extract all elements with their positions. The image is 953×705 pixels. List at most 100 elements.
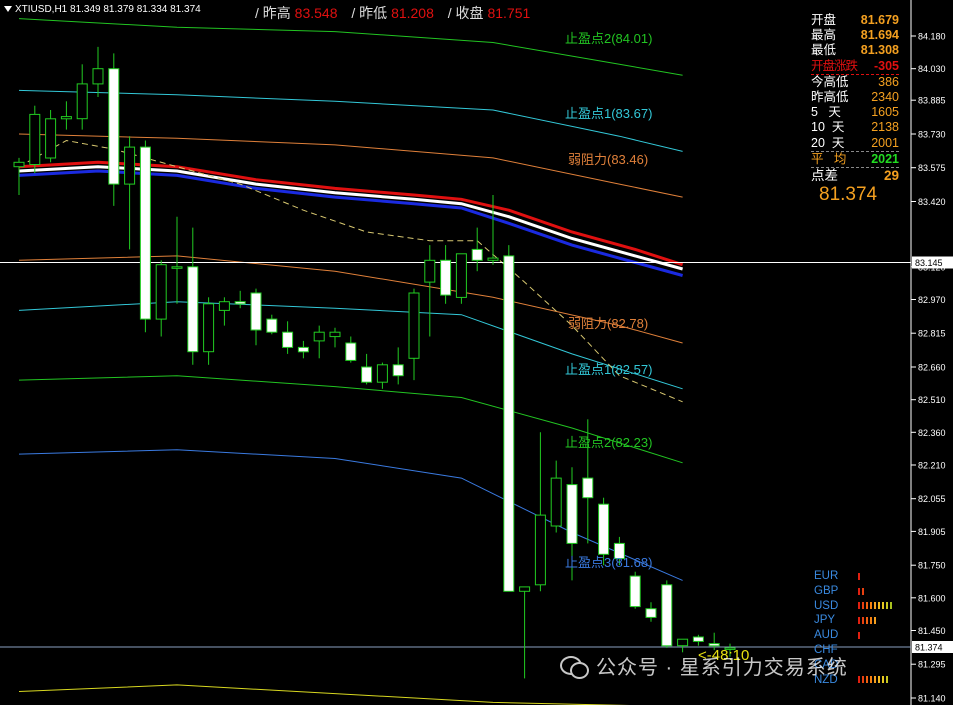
header-close-label: / 收盘 bbox=[447, 5, 484, 21]
strength-bar bbox=[858, 676, 860, 684]
price-tick-label: 81.600 bbox=[918, 593, 946, 603]
stats-row-low: 最低 81.308 bbox=[811, 43, 899, 58]
currency-name: USD bbox=[814, 599, 839, 612]
candle-body-bear bbox=[692, 636, 704, 642]
price-axis-ticks: 84.180 84.030 83.885 83.730 83.575 83.420 83.1… bbox=[911, 32, 953, 704]
candle bbox=[234, 290, 246, 309]
level-label: 弱阻力(82.78) bbox=[568, 316, 648, 331]
candle bbox=[692, 634, 704, 646]
candle bbox=[282, 321, 294, 354]
strength-bar bbox=[858, 572, 860, 580]
strength-bar bbox=[862, 676, 864, 684]
stats-row-open: 开盘 81.679 bbox=[811, 13, 899, 28]
candle-body-bear bbox=[708, 643, 720, 647]
strength-bar bbox=[866, 602, 868, 610]
stats-value: 2138 bbox=[871, 120, 899, 135]
strength-bar bbox=[862, 587, 864, 595]
candle bbox=[45, 110, 57, 163]
strength-bar bbox=[878, 602, 880, 610]
price-tick-label: 82.815 bbox=[918, 329, 946, 339]
candle bbox=[297, 340, 309, 359]
candle-body-bull bbox=[92, 68, 104, 85]
wechat-icon bbox=[560, 654, 589, 679]
candle-body-bear bbox=[645, 608, 657, 618]
stats-label: 最高 bbox=[811, 28, 837, 43]
price-tick-label: 83.730 bbox=[918, 130, 946, 140]
currency-name: JPY bbox=[814, 614, 836, 627]
ma-blue-line bbox=[18, 169, 683, 277]
candle-body-bear bbox=[440, 259, 452, 296]
price-tick-label: 82.210 bbox=[918, 461, 946, 471]
stats-value: 2001 bbox=[871, 135, 899, 150]
currency-name: EUR bbox=[814, 570, 839, 582]
big-price: 81.374 bbox=[819, 184, 878, 206]
candle-body-bear bbox=[282, 331, 294, 348]
chart-header: XTIUSD,H1 81.349 81.379 81.334 81.374 bbox=[4, 4, 201, 18]
stats-row-today-range: 今高低 386 bbox=[811, 75, 899, 90]
symbol-info: XTIUSD,H1 81.349 81.379 81.334 81.374 bbox=[15, 4, 201, 15]
strength-bar bbox=[870, 617, 872, 625]
candle-body-bear bbox=[187, 266, 199, 353]
strength-bar bbox=[858, 632, 860, 640]
candle bbox=[392, 347, 404, 385]
candle-body-bear bbox=[598, 503, 610, 555]
candle bbox=[250, 288, 262, 346]
candle-body-bear bbox=[661, 584, 673, 647]
candle bbox=[76, 64, 88, 130]
candle-body-bull bbox=[13, 161, 25, 168]
price-tick-label: 82.055 bbox=[918, 494, 946, 504]
candle bbox=[155, 260, 167, 337]
candle-body-bull bbox=[124, 146, 136, 185]
stats-panel: 开盘 81.679 最高 81.694 最低 81.308 开盘涨跌 -305 今高低 3… bbox=[811, 13, 899, 207]
candle bbox=[266, 314, 278, 335]
candle-body-bull bbox=[60, 116, 72, 120]
candle bbox=[313, 325, 325, 359]
currency-row-eur: EUR bbox=[808, 569, 908, 584]
candle bbox=[519, 586, 531, 679]
candle-body-bull bbox=[376, 364, 388, 383]
candle bbox=[376, 362, 388, 389]
candle-body-bull bbox=[76, 83, 88, 120]
stats-label: 20 天 bbox=[811, 135, 845, 150]
strength-bar bbox=[878, 676, 880, 684]
stats-label: 10 天 bbox=[811, 120, 845, 135]
candle bbox=[455, 253, 467, 304]
candle-body-bull bbox=[171, 266, 183, 269]
header-stats: / 昨高 83.548 / 昨低 81.208 / 收盘 81.751 bbox=[255, 3, 530, 23]
price-tick-label: 81.905 bbox=[918, 527, 946, 537]
candle bbox=[629, 571, 641, 609]
header-prev-low-value: 81.208 bbox=[391, 5, 434, 21]
strength-bar bbox=[858, 617, 860, 625]
price-tick-label: 84.030 bbox=[918, 64, 946, 74]
candle-body-bull bbox=[408, 292, 420, 359]
candle bbox=[329, 327, 341, 348]
currency-name: AUD bbox=[814, 629, 839, 642]
last-price-label: 81.374 bbox=[915, 643, 943, 653]
level-label: 弱阻力(83.46) bbox=[568, 152, 648, 167]
candle bbox=[661, 580, 673, 648]
horizontal-lines bbox=[0, 262, 911, 648]
candle-body-bull bbox=[534, 514, 546, 586]
strength-bar bbox=[862, 617, 864, 625]
candle bbox=[171, 216, 183, 304]
candle bbox=[187, 227, 199, 365]
stats-value: 81.694 bbox=[860, 28, 899, 43]
strength-bar bbox=[886, 602, 888, 610]
price-tick-label: 84.180 bbox=[918, 32, 946, 42]
candle bbox=[550, 460, 562, 533]
currency-row-gbp: GBP bbox=[808, 584, 908, 599]
candle bbox=[361, 353, 373, 385]
candle-body-bear bbox=[250, 292, 262, 331]
candle-body-bull bbox=[313, 331, 325, 342]
stats-label: 今高低 bbox=[811, 74, 849, 89]
candle bbox=[29, 105, 41, 174]
stats-row-5d: 5 天 1605 bbox=[811, 105, 899, 120]
price-tick-label: 82.660 bbox=[918, 363, 946, 373]
stats-label: 点差 bbox=[811, 168, 838, 184]
stats-value: 2340 bbox=[871, 90, 899, 105]
price-tick-label: 81.140 bbox=[918, 694, 946, 704]
candle-body-bull bbox=[155, 264, 167, 320]
candle-body-bull bbox=[45, 118, 57, 159]
stats-row-spread: 点差 29 bbox=[811, 168, 899, 183]
strength-bar bbox=[870, 676, 872, 684]
